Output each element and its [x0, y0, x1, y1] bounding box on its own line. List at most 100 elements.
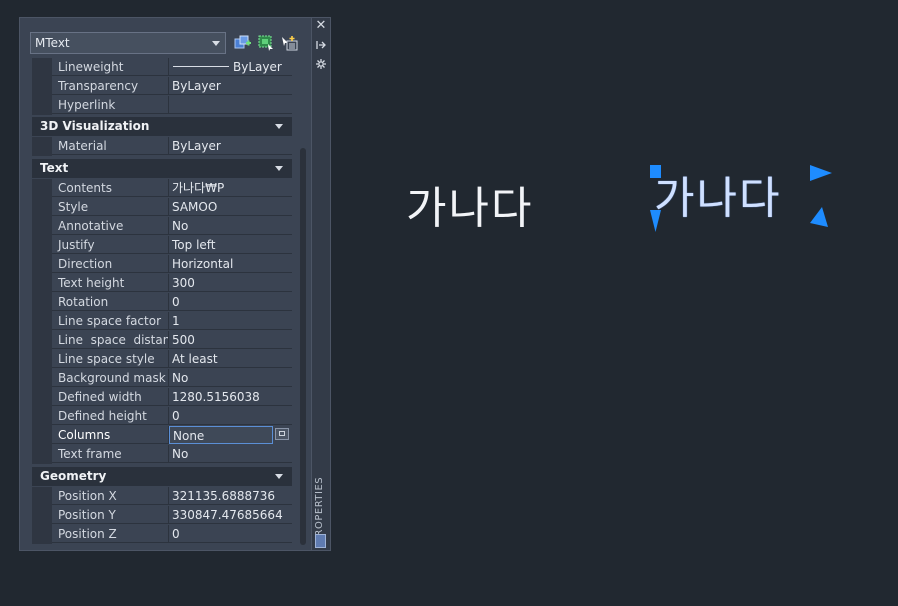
property-name: Line space factor — [52, 312, 169, 330]
properties-menu-icon[interactable] — [315, 58, 327, 70]
property-value[interactable]: Top left — [169, 236, 292, 254]
row-gutter — [32, 58, 52, 77]
section-title: Text — [40, 161, 69, 175]
property-value[interactable]: 가나다₩P — [169, 179, 292, 197]
section-header-3d-visualization[interactable]: 3D Visualization — [32, 117, 292, 136]
row-gutter — [32, 445, 52, 464]
row-gutter — [32, 525, 52, 544]
property-row-rotation[interactable]: Rotation 0 — [32, 293, 292, 312]
property-row-line-space-style[interactable]: Line space style At least — [32, 350, 292, 369]
property-row-background-mask[interactable]: Background mask No — [32, 369, 292, 388]
mtext-object-plain[interactable]: 가나다 — [406, 172, 533, 236]
property-value[interactable]: 300 — [169, 274, 292, 292]
properties-palette: MText Lineweight ByLayer Transparency By… — [19, 17, 312, 551]
property-name: Rotation — [52, 293, 169, 311]
quick-select-icon[interactable] — [234, 34, 252, 52]
row-gutter — [32, 369, 52, 388]
property-name: Columns — [52, 426, 169, 444]
columns-value-field[interactable]: None — [169, 426, 273, 444]
property-value[interactable]: SAMOO — [169, 198, 292, 216]
object-type-value: MText — [35, 36, 70, 50]
property-value[interactable]: 330847.47685664 — [169, 506, 292, 524]
property-name: Direction — [52, 255, 169, 273]
property-value[interactable]: At least — [169, 350, 292, 368]
property-name: Position X — [52, 487, 169, 505]
property-row-direction[interactable]: Direction Horizontal — [32, 255, 292, 274]
property-value[interactable]: No — [169, 217, 292, 235]
property-value[interactable]: 500 — [169, 331, 292, 349]
pickadd-toggle-icon[interactable] — [280, 34, 298, 52]
columns-dialog-button[interactable] — [275, 428, 289, 440]
property-value[interactable]: 321135.6888736 — [169, 487, 292, 505]
palette-scrollbar[interactable] — [300, 148, 306, 545]
property-value[interactable]: 1 — [169, 312, 292, 330]
property-value[interactable] — [169, 96, 292, 114]
property-name: Background mask — [52, 369, 169, 387]
property-name: Defined height — [52, 407, 169, 425]
property-row-lineweight[interactable]: Lineweight ByLayer — [32, 58, 292, 77]
property-row-style[interactable]: Style SAMOO — [32, 198, 292, 217]
row-gutter — [32, 255, 52, 274]
property-row-material[interactable]: Material ByLayer — [32, 137, 292, 156]
collapse-arrow-icon[interactable] — [275, 124, 283, 129]
section-header-geometry[interactable]: Geometry — [32, 467, 292, 486]
section-header-text[interactable]: Text — [32, 159, 292, 178]
close-icon[interactable]: ✕ — [315, 19, 327, 32]
collapse-arrow-icon[interactable] — [275, 166, 283, 171]
property-row-position-y[interactable]: Position Y 330847.47685664 — [32, 506, 292, 525]
property-name: Material — [52, 137, 169, 155]
property-value[interactable]: 0 — [169, 525, 292, 543]
object-type-dropdown[interactable]: MText — [30, 32, 226, 54]
grip-arrow-diagonal-icon[interactable] — [810, 207, 828, 227]
property-row-defined-height[interactable]: Defined height 0 — [32, 407, 292, 426]
grip-arrow-right-icon[interactable] — [810, 165, 832, 181]
chevron-down-icon — [212, 41, 220, 46]
property-row-text-frame[interactable]: Text frame No — [32, 445, 292, 464]
property-row-position-x[interactable]: Position X 321135.6888736 — [32, 487, 292, 506]
section-title: 3D Visualization — [40, 119, 150, 133]
property-value[interactable]: No — [169, 369, 292, 387]
property-value[interactable]: 0 — [169, 407, 292, 425]
property-name: Position Y — [52, 506, 169, 524]
row-gutter — [32, 426, 52, 445]
grip-arrow-down-icon[interactable] — [650, 210, 661, 232]
drawing-canvas[interactable]: 가나다 가나다 — [332, 0, 898, 606]
property-row-contents[interactable]: Contents 가나다₩P — [32, 179, 292, 198]
property-value[interactable]: 1280.5156038 — [169, 388, 292, 406]
property-value[interactable]: No — [169, 445, 292, 463]
property-row-annotative[interactable]: Annotative No — [32, 217, 292, 236]
property-name: Defined width — [52, 388, 169, 406]
property-row-defined-width[interactable]: Defined width 1280.5156038 — [32, 388, 292, 407]
row-gutter — [32, 388, 52, 407]
lineweight-value: ByLayer — [233, 60, 282, 74]
property-name: Position Z — [52, 525, 169, 543]
property-row-text-height[interactable]: Text height 300 — [32, 274, 292, 293]
property-name: Transparency — [52, 77, 169, 95]
property-row-justify[interactable]: Justify Top left — [32, 236, 292, 255]
property-row-transparency[interactable]: Transparency ByLayer — [32, 77, 292, 96]
property-name: Hyperlink — [52, 96, 169, 114]
property-name: Justify — [52, 236, 169, 254]
row-gutter — [32, 179, 52, 198]
grip-square-icon[interactable] — [650, 165, 661, 178]
row-gutter — [32, 312, 52, 331]
collapse-arrow-icon[interactable] — [275, 474, 283, 479]
palette-title-strip[interactable]: ✕ PROPERTIES — [312, 17, 331, 551]
property-value[interactable]: Horizontal — [169, 255, 292, 273]
autohide-icon[interactable] — [315, 39, 327, 51]
property-value[interactable]: ByLayer — [169, 137, 292, 155]
property-row-line-space-distance[interactable]: Line space distan... 500 — [32, 331, 292, 350]
property-value[interactable]: 0 — [169, 293, 292, 311]
row-gutter — [32, 331, 52, 350]
property-row-position-z[interactable]: Position Z 0 — [32, 525, 292, 544]
property-value[interactable]: ByLayer — [169, 58, 292, 76]
property-row-columns[interactable]: Columns None — [32, 426, 292, 445]
property-value[interactable]: ByLayer — [169, 77, 292, 95]
property-row-line-space-factor[interactable]: Line space factor 1 — [32, 312, 292, 331]
property-name: Style — [52, 198, 169, 216]
row-gutter — [32, 350, 52, 369]
row-gutter — [32, 407, 52, 426]
select-objects-icon[interactable] — [257, 34, 275, 52]
properties-palette-icon[interactable] — [315, 534, 326, 548]
property-row-hyperlink[interactable]: Hyperlink — [32, 96, 292, 115]
